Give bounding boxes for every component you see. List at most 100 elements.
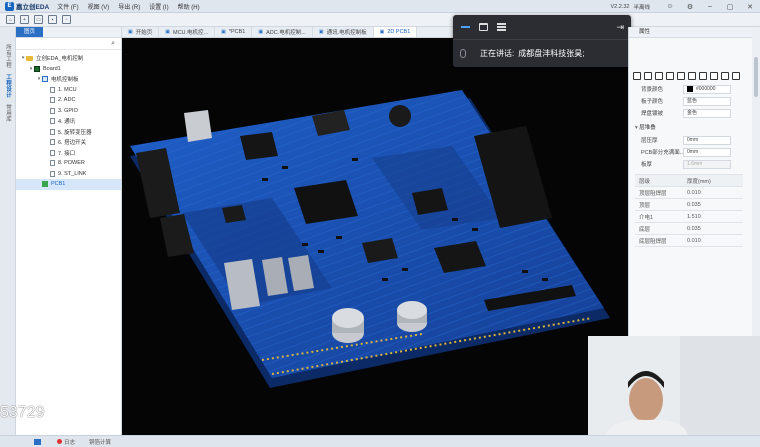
doc-tab[interactable]: ▣ 2D PCB1 [373,27,418,37]
home-icon[interactable]: ⌂ [6,15,15,24]
tree-item-page[interactable]: 3. GPIO [16,106,121,117]
settings-icon[interactable]: ⚙ [680,0,700,13]
stack-row[interactable]: 顶层阻焊层 0.010 [635,187,743,199]
tree-item-page[interactable]: 9. ST_LINK [16,169,121,180]
save-icon[interactable]: ▪ [48,15,57,24]
rotate-icon[interactable] [721,72,729,80]
layer-stack-table: 层级 厚度(mm) 顶层阻焊层 0.010 顶层 0.035 介电1 1.510 底层 0.035… [635,174,743,247]
doc-tab[interactable]: ▣ *PCB1 [215,27,253,37]
tree-item-label: 8. POWER [58,160,85,167]
stack-cell: 0.035 [687,201,701,208]
title-bar: E 嘉立创EDA 文件 (F) 视图 (V) 导出 (R) 设置 (I) 帮助 … [0,0,760,13]
prop-thickness: 板厚 1.6mm [629,158,752,170]
fill-field[interactable]: 0mm [683,147,731,157]
minimize-button[interactable]: – [700,0,720,13]
background-color-field[interactable]: #000000 [683,84,731,94]
doc-tab-label: 开始页 [135,30,153,36]
open-folder-icon[interactable]: ▭ [34,15,43,24]
right-view-icon[interactable] [666,72,674,80]
tree-item-label: 6. 搭边开关 [58,140,87,147]
stack-row[interactable]: 底层阻焊层 0.010 [635,235,743,247]
tree-item-page[interactable]: 6. 搭边开关 [16,137,121,148]
tree-item-label: PCB1 [51,181,66,188]
menu-export[interactable]: 导出 (R) [118,2,140,11]
search-icon[interactable]: ⌕ [111,40,115,48]
tab-pages[interactable]: 图页 [16,27,44,37]
document-icon: ▣ [379,29,385,35]
tree-item-label: 4. 通讯 [58,119,76,126]
front-view-icon[interactable] [677,72,685,80]
tree-item-page[interactable]: 1. MCU [16,85,121,96]
log-item[interactable]: 日志 [57,438,75,446]
toolbar: ⌂ + ▭ ▪ ▫ [0,13,760,27]
doc-tab[interactable]: ▣ 开始页 [122,27,160,37]
minimize-meeting-icon[interactable] [460,22,470,32]
exit-meeting-icon[interactable]: ⇥ [616,22,624,33]
image-icon[interactable]: ▫ [62,15,71,24]
laminate-field[interactable]: 0mm [683,135,731,145]
tree-item-label: 7. 接口 [58,150,76,157]
doc-tab[interactable]: ▣ MCU.电机控... [159,27,216,37]
rail-all-projects[interactable]: 所有工程 [0,41,16,71]
stack-row[interactable]: 顶层 0.035 [635,199,743,211]
panel-tabs: 图页 [16,27,121,38]
document-icon: ▣ [128,29,133,35]
tree-item-page[interactable]: 2. ADC [16,95,121,106]
tree-item-page[interactable]: 8. POWER [16,158,121,169]
stack-row[interactable]: 介电1 1.510 [635,211,743,223]
copper-calc-item[interactable]: 铜箔计算 [89,438,111,446]
tree-item-pcb[interactable]: PCB1 [16,179,121,190]
close-button[interactable]: ✕ [740,0,760,13]
main-menu: 文件 (F) 视图 (V) 导出 (R) 设置 (I) 帮助 (H) [57,2,208,11]
menu-help[interactable]: 帮助 (H) [178,2,200,11]
new-file-icon[interactable]: + [20,15,29,24]
tree-item-board[interactable]: ▾ Board1 [16,64,121,75]
tree-item-page[interactable]: 7. 接口 [16,148,121,159]
refresh-icon[interactable] [732,72,740,80]
pcb-render [130,90,610,388]
prop-background-color: 背景颜色 #000000 [629,83,752,95]
page-icon [50,170,55,177]
prop-laminate: 层压厚 0mm [629,134,752,146]
menu-view[interactable]: 视图 (V) [88,2,110,11]
webcam-overlay [588,336,760,436]
tree-item-label: 1. MCU [58,86,77,93]
bottom-view-icon[interactable] [644,72,652,80]
speaking-label: 正在讲话: [480,49,515,58]
view-toolbar [629,69,752,83]
pad-finish-select[interactable]: 金色 [683,108,731,118]
doc-tab[interactable]: ▣ ADC.电机控制... [252,27,313,37]
stack-cell: 0.035 [687,225,701,232]
app-window: E 嘉立创EDA 文件 (F) 视图 (V) 导出 (R) 设置 (I) 帮助 … [0,0,760,447]
menu-file[interactable]: 文件 (F) [57,2,78,11]
tree-item-page[interactable]: 5. 旋转变压器 [16,127,121,138]
page-icon [50,118,55,125]
rail-common-lib[interactable]: 常用库 [0,101,16,125]
tree-item-sch[interactable]: ▾ 电机控制板 [16,74,121,85]
window-icon[interactable] [478,22,488,32]
left-view-icon[interactable] [655,72,663,80]
top-view-icon[interactable] [633,72,641,80]
tree-item-page[interactable]: 4. 通讯 [16,116,121,127]
stack-cell: 0.010 [687,189,701,196]
doc-tab[interactable]: ▣ 通讯.电机控制板 [313,27,374,37]
back-view-icon[interactable] [688,72,696,80]
grid-view-icon[interactable] [496,22,506,32]
status-icon[interactable] [34,438,41,445]
page-icon [50,139,55,146]
board-color-select[interactable]: 蓝色 [683,96,731,106]
stack-row[interactable]: 底层 0.035 [635,223,743,235]
mode-label[interactable]: 半离线 [633,3,650,11]
tree-item-folder[interactable]: ▾ 立创EDA_电机控制 [16,53,121,64]
maximize-button[interactable]: ▢ [720,0,740,13]
menu-settings[interactable]: 设置 (I) [149,2,168,11]
section-layer-stack[interactable]: 层堆叠 [629,122,752,134]
rail-project-design[interactable]: 工程设计 [0,71,16,101]
fit-view-icon[interactable] [710,72,718,80]
search-input[interactable] [20,40,100,47]
layers-icon[interactable] [699,72,707,80]
doc-tab-label: 通讯.电机控制板 [326,30,367,36]
stack-header-row: 层级 厚度(mm) [635,175,743,187]
user-icon[interactable]: ☺ [660,0,680,13]
pcb-3d-canvas[interactable] [122,38,628,435]
